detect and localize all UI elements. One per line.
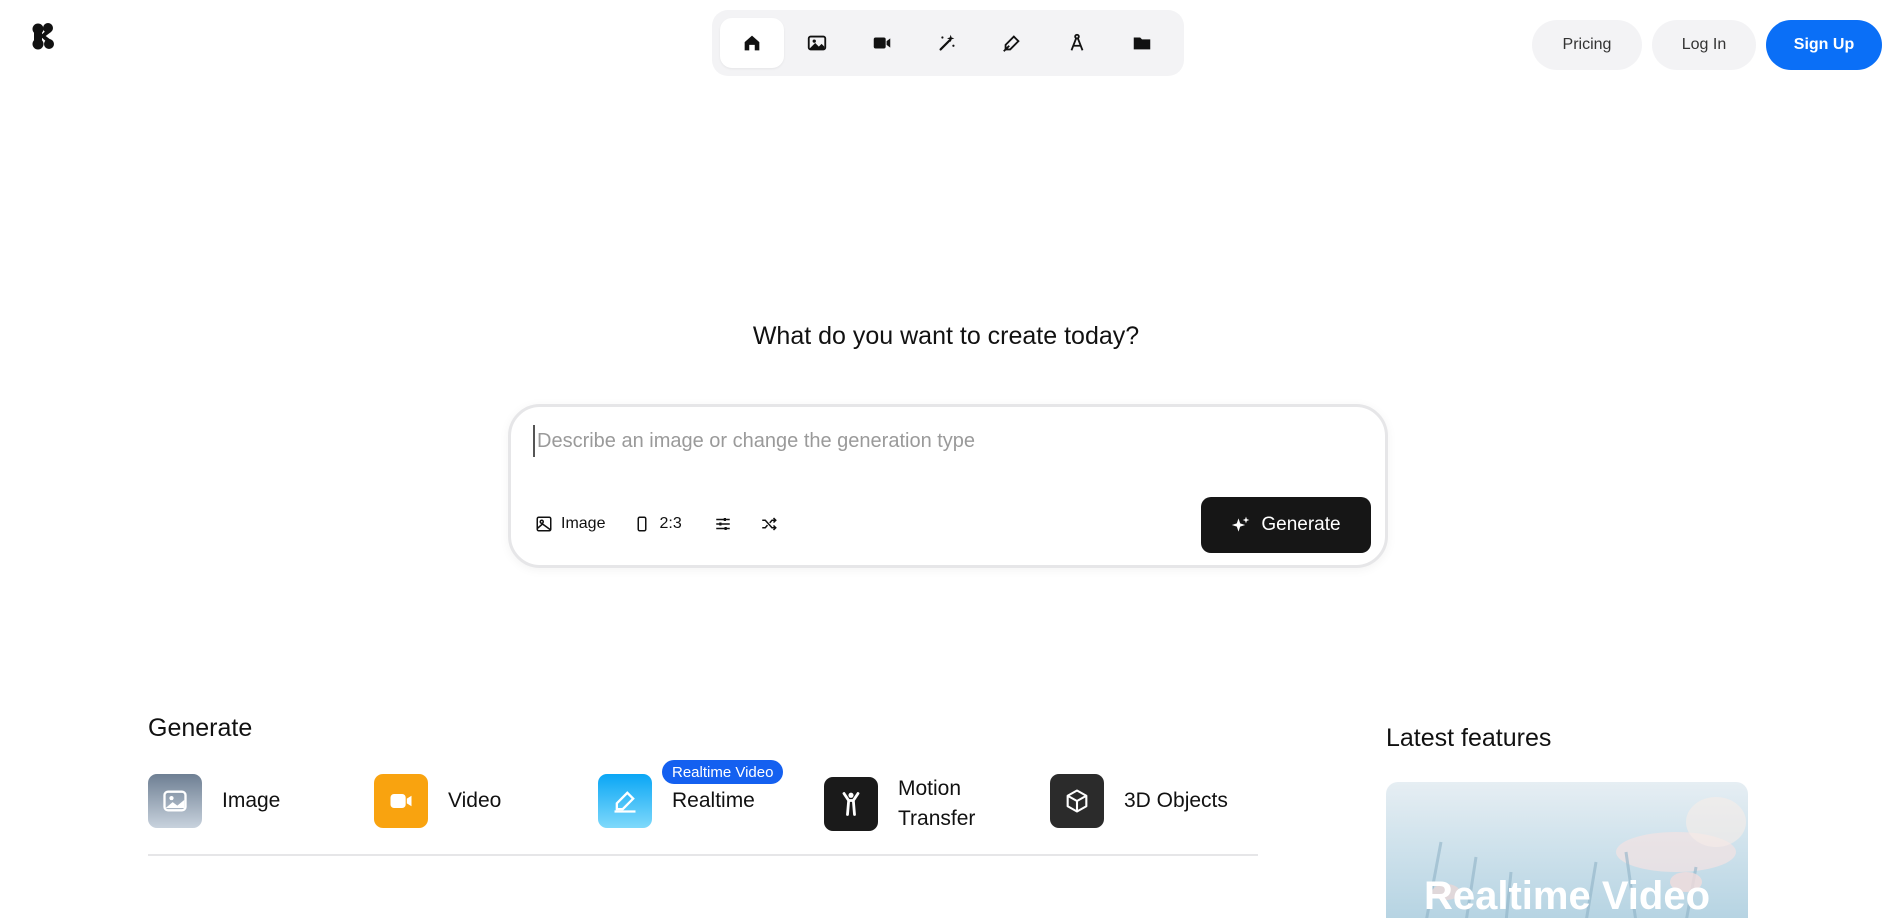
nav-assets[interactable]	[1110, 18, 1174, 68]
home-icon	[744, 35, 760, 51]
realtime-brush-icon	[614, 791, 636, 813]
phone-ratio-icon	[637, 516, 647, 532]
video-icon	[873, 37, 891, 49]
prompt-box: Image 2:3 Generate	[508, 404, 1388, 568]
video-camera-icon	[390, 794, 412, 808]
generate-item-label: Image	[222, 789, 281, 812]
folder-icon	[1133, 37, 1151, 50]
signup-button[interactable]: Sign Up	[1766, 20, 1882, 70]
generate-label: Generate	[1261, 514, 1341, 535]
nav-image[interactable]	[785, 18, 849, 68]
generation-type-selector[interactable]: Image	[535, 515, 605, 533]
cube-icon	[1066, 789, 1088, 813]
prompt-tools: Image 2:3	[535, 515, 778, 533]
pricing-button[interactable]: Pricing	[1532, 20, 1642, 70]
realtime-tile	[598, 774, 652, 828]
auth-actions: Pricing Log In Sign Up	[1532, 20, 1882, 70]
aspect-ratio-selector[interactable]: 2:3	[633, 515, 682, 533]
top-nav	[712, 10, 1184, 76]
feature-card-title: Realtime Video	[1423, 874, 1711, 918]
nav-video[interactable]	[850, 18, 914, 68]
generate-button[interactable]: Generate	[1201, 497, 1371, 553]
3d-objects-tile	[1050, 774, 1104, 828]
image-icon	[163, 790, 187, 812]
latest-feature-card[interactable]: Realtime Video	[1386, 782, 1748, 918]
generate-image-tool[interactable]: Image	[148, 774, 280, 828]
magic-wand-icon	[939, 34, 955, 51]
image-icon	[807, 35, 827, 51]
generate-item-label: Realtime	[672, 789, 755, 812]
nav-train[interactable]	[1045, 18, 1109, 68]
nav-realtime[interactable]	[980, 18, 1044, 68]
generate-3d-objects-tool[interactable]: 3D Objects	[1050, 774, 1228, 828]
latest-features-title: Latest features	[1386, 724, 1552, 752]
generate-item-label: Video	[448, 789, 502, 812]
image-icon	[536, 516, 552, 532]
pen-brush-icon	[1003, 35, 1020, 52]
generate-item-label: Motion Transfer	[898, 777, 976, 830]
page-headline: What do you want to create today?	[752, 322, 1140, 350]
login-button[interactable]: Log In	[1652, 20, 1756, 70]
generate-tools-row: Image Video Realtime Realtime Video Moti…	[148, 760, 1258, 856]
motion-transfer-tile	[824, 777, 878, 831]
generation-type-label: Image	[561, 515, 606, 532]
image-tile	[148, 774, 202, 828]
shuffle-button[interactable]	[760, 515, 778, 533]
compass-icon	[1070, 33, 1084, 51]
person-motion-icon	[842, 792, 860, 816]
realtime-video-badge: Realtime Video	[662, 760, 784, 784]
aspect-ratio-label: 2:3	[659, 515, 682, 532]
prompt-input[interactable]	[533, 425, 1353, 457]
generate-motion-transfer-tool[interactable]: Motion Transfer	[824, 774, 988, 834]
generate-section-title: Generate	[148, 714, 253, 742]
nav-enhance[interactable]	[915, 18, 979, 68]
video-tile	[374, 774, 428, 828]
sliders-icon	[715, 518, 730, 530]
settings-button[interactable]	[714, 515, 732, 533]
krea-logo[interactable]	[30, 22, 56, 52]
nav-home[interactable]	[720, 18, 784, 68]
shuffle-icon	[761, 517, 777, 531]
sparkle-icon	[1232, 516, 1250, 532]
generate-video-tool[interactable]: Video	[374, 774, 501, 828]
generate-item-label: 3D Objects	[1124, 789, 1228, 812]
